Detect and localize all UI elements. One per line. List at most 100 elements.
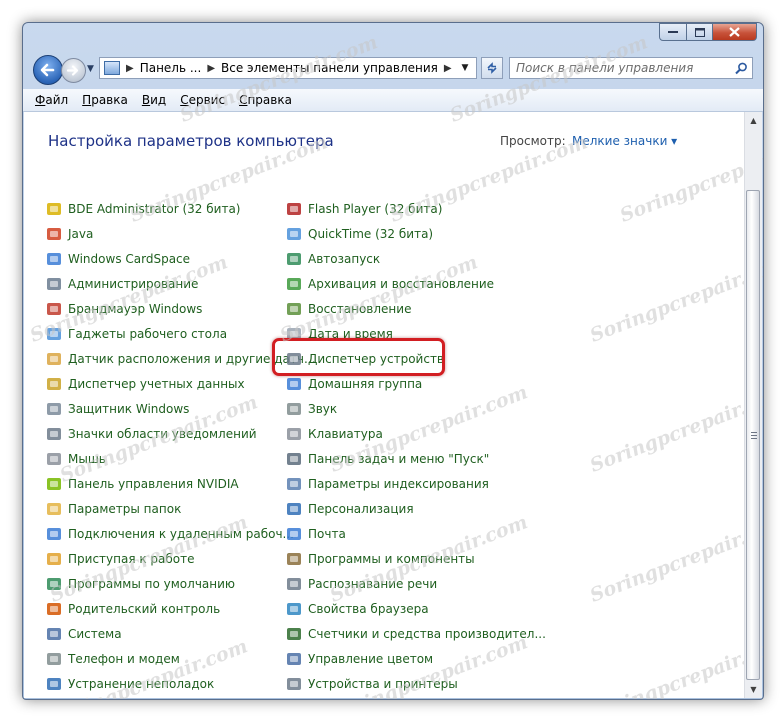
control-panel-item[interactable]: Свойства браузера bbox=[286, 596, 536, 621]
item-label: BDE Administrator (32 бита) bbox=[68, 201, 241, 216]
search-icon[interactable] bbox=[730, 62, 752, 75]
control-panel-item[interactable]: Телефон и модем bbox=[46, 646, 286, 671]
search-input[interactable]: Поиск в панели управления bbox=[516, 61, 730, 75]
recent-pages-dropdown[interactable]: ▼ bbox=[87, 64, 94, 74]
refresh-button[interactable] bbox=[481, 57, 503, 79]
vertical-scrollbar[interactable]: ▲ ▼ bbox=[744, 112, 762, 698]
control-panel-item[interactable]: Клавиатура bbox=[286, 421, 536, 446]
back-button[interactable] bbox=[33, 55, 63, 85]
control-panel-item[interactable]: Приступая к работе bbox=[46, 546, 286, 571]
applet-icon bbox=[46, 201, 62, 217]
chevron-right-icon[interactable]: ▶ bbox=[126, 63, 134, 74]
items-column-left: BDE Administrator (32 бита) Java Windows C… bbox=[46, 196, 315, 696]
address-bar[interactable]: ▶ Панель ... ▶ Все элементы панели управ… bbox=[99, 57, 477, 79]
applet-icon bbox=[46, 476, 62, 492]
caption-buttons bbox=[659, 23, 757, 41]
applet-icon bbox=[286, 226, 302, 242]
scroll-up-icon[interactable]: ▲ bbox=[745, 112, 762, 129]
back-arrow-icon bbox=[40, 63, 55, 77]
control-panel-item[interactable]: Система bbox=[46, 621, 286, 646]
control-panel-item[interactable]: Панель задач и меню "Пуск" bbox=[286, 446, 536, 471]
applet-icon bbox=[46, 376, 62, 392]
refresh-icon bbox=[487, 62, 497, 74]
menu-view[interactable]: Вид bbox=[142, 93, 166, 107]
applet-icon bbox=[46, 326, 62, 342]
control-panel-item[interactable]: Администрирование bbox=[46, 271, 286, 296]
chevron-right-icon[interactable]: ▶ bbox=[444, 63, 452, 74]
item-label: Автозапуск bbox=[308, 251, 381, 266]
page-title: Настройка параметров компьютера bbox=[48, 132, 334, 150]
control-panel-item[interactable]: Панель управления NVIDIA bbox=[46, 471, 286, 496]
item-label: Панель задач и меню "Пуск" bbox=[308, 451, 490, 466]
applet-icon bbox=[46, 301, 62, 317]
applet-icon bbox=[46, 576, 62, 592]
forward-button[interactable] bbox=[61, 58, 86, 83]
item-label: Параметры папок bbox=[68, 501, 182, 516]
chevron-right-icon[interactable]: ▶ bbox=[207, 63, 215, 74]
watermark: Soringpcrepair.com bbox=[587, 381, 764, 477]
control-panel-item[interactable]: Flash Player (32 бита) bbox=[286, 196, 536, 221]
control-panel-item[interactable]: Параметры индексирования bbox=[286, 471, 536, 496]
menu-help[interactable]: Справка bbox=[239, 93, 292, 107]
scrollbar-thumb[interactable] bbox=[746, 190, 760, 680]
control-panel-item[interactable]: Автозапуск bbox=[286, 246, 536, 271]
control-panel-item[interactable]: Диспетчер учетных данных bbox=[46, 371, 286, 396]
control-panel-item[interactable]: Брандмауэр Windows bbox=[46, 296, 286, 321]
menu-file-label: айл bbox=[45, 93, 69, 107]
control-panel-item[interactable]: Распознавание речи bbox=[286, 571, 536, 596]
control-panel-item[interactable]: Устройства и принтеры bbox=[286, 671, 536, 696]
control-panel-item[interactable]: Защитник Windows bbox=[46, 396, 286, 421]
address-dropdown-icon[interactable]: ▼ bbox=[454, 58, 476, 78]
control-panel-item[interactable]: Windows CardSpace bbox=[46, 246, 286, 271]
item-label: Windows CardSpace bbox=[68, 251, 191, 266]
control-panel-item[interactable]: Почта bbox=[286, 521, 536, 546]
control-panel-item[interactable]: Управление цветом bbox=[286, 646, 536, 671]
control-panel-item[interactable]: Восстановление bbox=[286, 296, 536, 321]
item-label: Счетчики и средства производител... bbox=[308, 626, 546, 641]
control-panel-item[interactable]: QuickTime (32 бита) bbox=[286, 221, 536, 246]
control-panel-item[interactable]: BDE Administrator (32 бита) bbox=[46, 196, 286, 221]
item-label: Персонализация bbox=[308, 501, 414, 516]
close-button[interactable] bbox=[713, 23, 757, 41]
control-panel-item[interactable]: Родительский контроль bbox=[46, 596, 286, 621]
grip-line bbox=[751, 432, 757, 433]
control-panel-item[interactable]: Значки области уведомлений bbox=[46, 421, 286, 446]
control-panel-item[interactable]: Счетчики и средства производител... bbox=[286, 621, 546, 646]
control-panel-item[interactable]: Звук bbox=[286, 396, 536, 421]
search-box[interactable]: Поиск в панели управления bbox=[509, 57, 753, 79]
item-label: Клавиатура bbox=[308, 426, 383, 441]
control-panel-item[interactable]: Архивация и восстановление bbox=[286, 271, 536, 296]
control-panel-item[interactable]: Java bbox=[46, 221, 286, 246]
control-panel-item[interactable]: Программы и компоненты bbox=[286, 546, 536, 571]
applet-icon bbox=[286, 576, 302, 592]
applet-icon bbox=[286, 476, 302, 492]
control-panel-item[interactable]: Мышь bbox=[46, 446, 286, 471]
menu-file[interactable]: Файл bbox=[35, 93, 68, 107]
control-panel-item[interactable]: Параметры папок bbox=[46, 496, 286, 521]
applet-icon bbox=[286, 426, 302, 442]
control-panel-item[interactable]: Подключения к удаленным рабоч... bbox=[46, 521, 294, 546]
control-panel-item[interactable]: Персонализация bbox=[286, 496, 536, 521]
breadcrumb-all-items[interactable]: Все элементы панели управления bbox=[221, 61, 438, 75]
item-label: Устранение неполадок bbox=[68, 676, 215, 691]
breadcrumb-control-panel[interactable]: Панель ... bbox=[140, 61, 202, 75]
control-panel-item[interactable]: Устранение неполадок bbox=[46, 671, 286, 696]
menu-tools[interactable]: Сервис bbox=[180, 93, 225, 107]
view-mode-dropdown[interactable]: Мелкие значки ▾ bbox=[572, 134, 677, 148]
scroll-down-icon[interactable]: ▼ bbox=[745, 681, 762, 698]
applet-icon bbox=[46, 676, 62, 692]
item-label: Гаджеты рабочего стола bbox=[68, 326, 228, 341]
menu-file-hotkey: Ф bbox=[35, 93, 46, 107]
control-panel-item[interactable]: Датчик расположения и другие датч... bbox=[46, 346, 315, 371]
menu-edit[interactable]: Правка bbox=[82, 93, 128, 107]
applet-icon bbox=[46, 601, 62, 617]
minimize-button[interactable] bbox=[659, 23, 687, 41]
control-panel-item[interactable]: Программы по умолчанию bbox=[46, 571, 286, 596]
applet-icon bbox=[46, 451, 62, 467]
item-label: Брандмауэр Windows bbox=[68, 301, 203, 316]
item-label: Администрирование bbox=[68, 276, 199, 291]
item-label: Приступая к работе bbox=[68, 551, 195, 566]
minimize-icon bbox=[668, 31, 678, 33]
control-panel-item[interactable]: Гаджеты рабочего стола bbox=[46, 321, 286, 346]
maximize-button[interactable] bbox=[687, 23, 713, 41]
